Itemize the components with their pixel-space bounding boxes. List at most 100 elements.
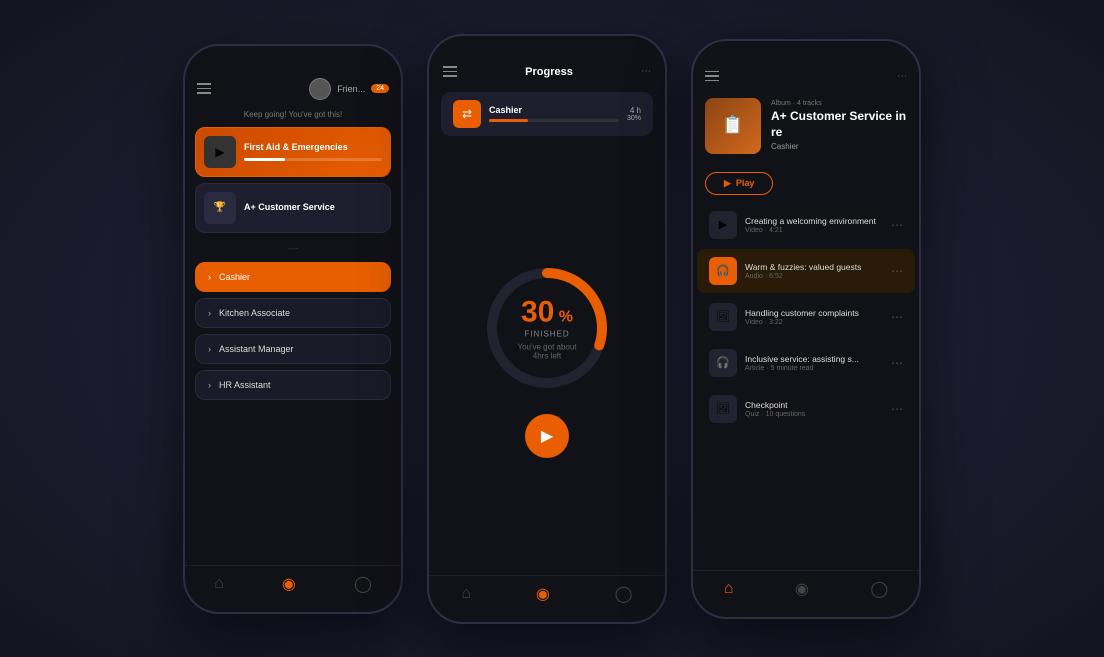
course-title-first-aid: First Aid & Emergencies <box>244 142 382 154</box>
role-item-cashier[interactable]: › Cashier <box>195 262 391 292</box>
hamburger-icon-2[interactable] <box>443 66 457 77</box>
home-icon-2[interactable]: ⌂ <box>461 585 471 603</box>
role-label-am: Assistant Manager <box>219 344 294 354</box>
track-icon-article: 🎧 <box>709 349 737 377</box>
track-info-1: Warm & fuzzies: valued guests Audio · 6:… <box>745 262 883 280</box>
circle-progress-wrap: 30 % FINISHED You've got about 4hrs left… <box>429 142 665 575</box>
play-button-large[interactable]: ▶ <box>525 414 569 458</box>
track-meta-4: Quiz · 10 questions <box>745 411 883 418</box>
track-more-icon-4[interactable]: ⋯ <box>891 402 903 416</box>
phone-3-screen: ⋯ 📋 Album · 4 tracks A+ Customer Service… <box>693 41 919 617</box>
phone-3: ⋯ 📋 Album · 4 tracks A+ Customer Service… <box>691 39 921 619</box>
play-icon-sm: ▶ <box>724 178 731 189</box>
track-more-icon-0[interactable]: ⋯ <box>891 218 903 232</box>
hamburger-icon[interactable] <box>197 83 211 94</box>
track-info-3: Inclusive service: assisting s... Articl… <box>745 354 883 372</box>
profile-icon-2[interactable]: ◯ <box>615 584 633 604</box>
track-info-0: Creating a welcoming environment Video ·… <box>745 216 883 234</box>
home-icon[interactable]: ⌂ <box>214 575 224 593</box>
cashier-percent: 30% <box>627 115 641 122</box>
hamburger-icon-3[interactable] <box>705 71 719 82</box>
cashier-name: Cashier <box>489 105 619 115</box>
track-meta-2: Video · 3:22 <box>745 319 883 326</box>
track-icon-video-1: ▶ <box>709 211 737 239</box>
track-item-1[interactable]: 🎧 Warm & fuzzies: valued guests Audio · … <box>697 249 915 293</box>
track-icon-quiz: 🖼 <box>709 395 737 423</box>
course-progress-fill <box>244 158 285 161</box>
play-label: Play <box>736 178 755 188</box>
track-name-1: Warm & fuzzies: valued guests <box>745 262 883 272</box>
course-card-customer-service[interactable]: 🏆 A+ Customer Service <box>195 183 391 233</box>
track-more-icon-2[interactable]: ⋯ <box>891 310 903 324</box>
user-label: Frien... <box>337 84 365 94</box>
track-item-3[interactable]: 🎧 Inclusive service: assisting s... Arti… <box>697 341 915 385</box>
chevron-right-icon-kitchen: › <box>208 308 211 318</box>
play-row: ▶ Play <box>693 168 919 203</box>
more-icon[interactable]: ⋯ <box>641 66 651 77</box>
search-icon-2[interactable]: ◉ <box>536 584 550 604</box>
play-button-sm[interactable]: ▶ Play <box>705 172 773 195</box>
track-name-2: Handling customer complaints <box>745 308 883 318</box>
circle-percent-number: 30 <box>521 296 554 329</box>
role-item-kitchen[interactable]: › Kitchen Associate <box>195 298 391 328</box>
profile-icon-3[interactable]: ◯ <box>870 579 888 599</box>
cashier-progress-card[interactable]: ⇄ Cashier 4 h 30% <box>441 92 653 136</box>
phone-notch-2 <box>507 36 587 60</box>
track-item-0[interactable]: ▶ Creating a welcoming environment Video… <box>697 203 915 247</box>
profile-icon[interactable]: ◯ <box>354 574 372 594</box>
phone-1: Frien... 24 Keep going! You've got this!… <box>183 44 403 614</box>
search-icon[interactable]: ◉ <box>282 574 296 594</box>
circle-subtitle: You've got about 4hrs left <box>512 343 582 361</box>
track-name-0: Creating a welcoming environment <box>745 216 883 226</box>
circle-container: 30 % FINISHED You've got about 4hrs left <box>477 258 617 398</box>
album-subtitle: Cashier <box>771 142 907 151</box>
cashier-icon: ⇄ <box>453 100 481 128</box>
circle-text: 30 % FINISHED You've got about 4hrs left <box>512 296 582 361</box>
course-card-first-aid[interactable]: ▶ First Aid & Emergencies <box>195 127 391 177</box>
phone-1-screen: Frien... 24 Keep going! You've got this!… <box>185 46 401 612</box>
bottom-nav-3: ⌂ ◉ ◯ <box>693 570 919 617</box>
search-icon-3[interactable]: ◉ <box>795 579 809 599</box>
track-more-icon-1[interactable]: ⋯ <box>891 264 903 278</box>
home-icon-3[interactable]: ⌂ <box>724 580 734 598</box>
progress-title: Progress <box>457 66 641 78</box>
track-icon-video-2: 🖼 <box>709 303 737 331</box>
bottom-nav-2: ⌂ ◉ ◯ <box>429 575 665 622</box>
user-row: Frien... 24 <box>309 78 389 100</box>
chevron-right-icon-cashier: › <box>208 272 211 282</box>
course-title-cs: A+ Customer Service <box>244 202 382 214</box>
more-icon-3[interactable]: ⋯ <box>897 71 907 82</box>
track-meta-1: Audio · 6:52 <box>745 273 883 280</box>
track-icon-audio: 🎧 <box>709 257 737 285</box>
phone-notch-3 <box>766 41 846 65</box>
role-item-assistant-manager[interactable]: › Assistant Manager <box>195 334 391 364</box>
phone-notch-1 <box>253 46 333 70</box>
cashier-progress-fill <box>489 119 528 122</box>
role-label-cashier: Cashier <box>219 272 250 282</box>
circle-percent-sign: % <box>559 309 573 326</box>
cashier-info: Cashier <box>489 105 619 122</box>
role-item-hr[interactable]: › HR Assistant <box>195 370 391 400</box>
phone-2-screen: Progress ⋯ ⇄ Cashier 4 h 30% <box>429 36 665 622</box>
album-thumbnail: 📋 <box>705 98 761 154</box>
keep-going-text: Keep going! You've got this! <box>185 106 401 127</box>
album-info: Album · 4 tracks A+ Customer Service in … <box>771 100 907 151</box>
track-item-2[interactable]: 🖼 Handling customer complaints Video · 3… <box>697 295 915 339</box>
track-item-4[interactable]: 🖼 Checkpoint Quiz · 10 questions ⋯ <box>697 387 915 431</box>
chevron-right-icon-hr: › <box>208 380 211 390</box>
track-info-2: Handling customer complaints Video · 3:2… <box>745 308 883 326</box>
album-section: 📋 Album · 4 tracks A+ Customer Service i… <box>693 90 919 162</box>
course-info-cs: A+ Customer Service <box>244 202 382 214</box>
role-list: › Cashier › Kitchen Associate › Assistan… <box>185 258 401 410</box>
phone-2: Progress ⋯ ⇄ Cashier 4 h 30% <box>427 34 667 624</box>
notification-badge: 24 <box>371 84 389 93</box>
course-thumb-cs: 🏆 <box>204 192 236 224</box>
separator: — <box>185 243 401 254</box>
cashier-progress-bar <box>489 119 619 122</box>
track-meta-0: Video · 4:21 <box>745 227 883 234</box>
role-label-hr: HR Assistant <box>219 380 271 390</box>
circle-finished-label: FINISHED <box>512 330 582 339</box>
track-more-icon-3[interactable]: ⋯ <box>891 356 903 370</box>
album-title: A+ Customer Service in re <box>771 109 907 140</box>
circle-percent-row: 30 % <box>512 296 582 330</box>
